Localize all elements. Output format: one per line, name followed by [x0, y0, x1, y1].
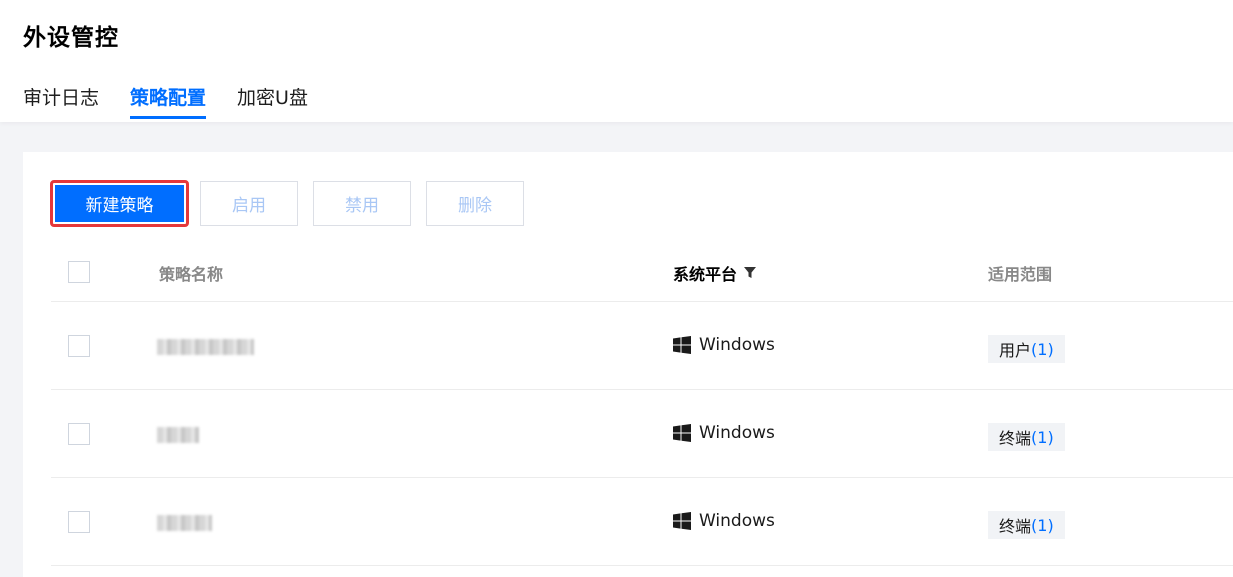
scope-label: 终端 [999, 429, 1032, 448]
column-header-name: 策略名称 [159, 265, 224, 284]
policy-name-redacted [157, 515, 212, 531]
row-checkbox[interactable] [68, 335, 90, 357]
new-policy-button[interactable]: 新建策略 [55, 185, 184, 222]
disable-button[interactable]: 禁用 [313, 181, 411, 226]
tab-encrypted-usb[interactable]: 加密U盘 [237, 84, 308, 119]
delete-button[interactable]: 删除 [426, 181, 524, 226]
select-all-checkbox[interactable] [68, 261, 90, 283]
table-header: 策略名称 系统平台 适用范围 [51, 248, 1233, 302]
policy-name-redacted [157, 339, 254, 355]
policy-panel: 新建策略 启用 禁用 删除 策略名称 系统平台 适用范围 Windows 用户 … [23, 152, 1233, 577]
page-header: 外设管控 审计日志 策略配置 加密U盘 [0, 0, 1233, 122]
platform-cell: Windows [673, 335, 775, 355]
platform-cell: Windows [673, 423, 775, 443]
scope-badge[interactable]: 终端 (1) [988, 423, 1065, 451]
scope-count[interactable]: (1) [1031, 516, 1054, 535]
platform-cell: Windows [673, 511, 775, 531]
platform-label: Windows [699, 423, 775, 443]
row-checkbox[interactable] [68, 423, 90, 445]
windows-icon [673, 512, 691, 530]
enable-button[interactable]: 启用 [200, 181, 298, 226]
platform-label: Windows [699, 335, 775, 355]
table-row[interactable]: Windows 用户 (1) [51, 302, 1233, 390]
tab-policy-config[interactable]: 策略配置 [130, 84, 207, 119]
table-row[interactable]: Windows 终端 (1) [51, 478, 1233, 566]
windows-icon [673, 424, 691, 442]
new-policy-highlight: 新建策略 [50, 180, 189, 227]
platform-label: Windows [699, 511, 775, 531]
scope-badge[interactable]: 终端 (1) [988, 511, 1065, 539]
tab-bar: 审计日志 策略配置 加密U盘 [23, 84, 339, 122]
row-checkbox[interactable] [68, 511, 90, 533]
scope-label: 终端 [999, 517, 1032, 536]
table-row[interactable]: Windows 终端 (1) [51, 390, 1233, 478]
scope-count[interactable]: (1) [1031, 340, 1054, 359]
scope-count[interactable]: (1) [1031, 428, 1054, 447]
page-title: 外设管控 [23, 25, 119, 51]
scope-label: 用户 [999, 341, 1032, 360]
toolbar: 新建策略 启用 禁用 删除 [50, 180, 539, 227]
scope-badge[interactable]: 用户 (1) [988, 335, 1065, 363]
policy-name-redacted [157, 427, 199, 443]
column-header-platform[interactable]: 系统平台 [673, 261, 757, 285]
filter-icon[interactable] [744, 267, 757, 279]
column-header-scope: 适用范围 [988, 265, 1053, 284]
tab-audit-log[interactable]: 审计日志 [23, 84, 99, 119]
windows-icon [673, 336, 691, 354]
column-header-platform-label: 系统平台 [673, 265, 738, 284]
policy-table: 策略名称 系统平台 适用范围 Windows 用户 (1) Windows 终端… [51, 248, 1233, 566]
